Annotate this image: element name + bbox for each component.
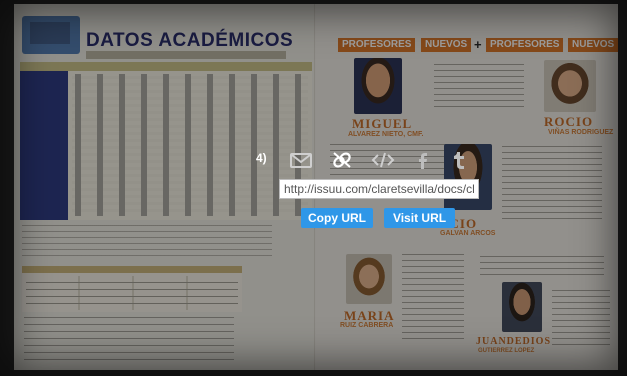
facebook-icon[interactable] — [412, 150, 434, 170]
share-icon-bar: 4) — [256, 148, 471, 174]
email-icon[interactable] — [290, 150, 312, 170]
share-url-input[interactable] — [279, 179, 479, 199]
step-label: 4) — [256, 151, 267, 165]
copy-url-button[interactable]: Copy URL — [301, 208, 373, 228]
document-viewer: DATOS ACADÉMICOS PROFESORES NUEVOS + PRO… — [0, 0, 627, 376]
visit-url-button[interactable]: Visit URL — [384, 208, 455, 228]
tumblr-icon[interactable] — [448, 150, 470, 170]
link-icon[interactable] — [331, 150, 353, 170]
embed-icon[interactable] — [370, 150, 396, 170]
